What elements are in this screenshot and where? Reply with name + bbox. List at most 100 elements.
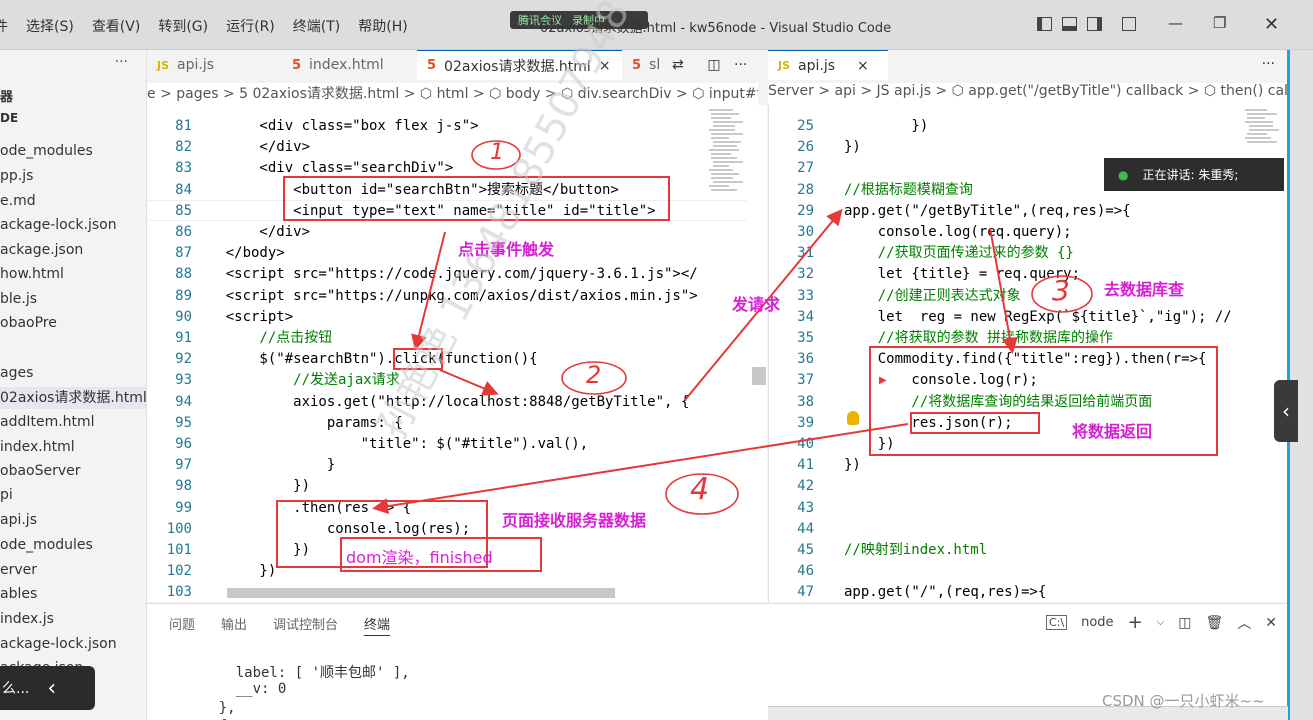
file-tree-item[interactable]: how.html bbox=[0, 263, 64, 285]
line-number: 43 bbox=[797, 499, 814, 516]
label-return-data: 将数据返回 bbox=[1072, 422, 1153, 441]
file-tree-item[interactable]: pp.js bbox=[0, 165, 33, 187]
chevron-down-icon[interactable]: ⌵ bbox=[1157, 617, 1165, 628]
label-receive-data: 页面接收服务器数据 bbox=[502, 511, 647, 530]
restore-icon[interactable]: ❐ bbox=[1213, 14, 1226, 32]
menu-item-terminal[interactable]: 终端(T) bbox=[293, 16, 340, 36]
menu-item-view[interactable]: 查看(V) bbox=[92, 16, 141, 36]
menu-item-file[interactable]: 件 bbox=[0, 16, 8, 36]
code-text: //创建正则表达式对象 bbox=[844, 287, 1021, 304]
left-breadcrumb[interactable]: e > pages > 5 02axios请求数据.html > ⬡ html … bbox=[147, 83, 758, 105]
menu-item-selection[interactable]: 选择(S) bbox=[26, 16, 74, 36]
file-tree-item[interactable]: ables bbox=[0, 583, 37, 605]
line-number: 37 bbox=[797, 372, 814, 389]
close-panel-icon[interactable]: ✕ bbox=[1265, 615, 1277, 631]
explorer-more-icon[interactable]: ··· bbox=[115, 54, 128, 70]
editor-more-icon[interactable]: ··· bbox=[1262, 56, 1275, 72]
floating-popup[interactable]: 么... ‹ bbox=[0, 666, 95, 710]
trash-icon[interactable]: 🗑 bbox=[1205, 615, 1223, 631]
line-number: 97 bbox=[175, 457, 192, 474]
file-tree-item[interactable]: obaoServer bbox=[0, 460, 81, 482]
code-text: } bbox=[192, 457, 336, 474]
number-3: 3 bbox=[1052, 274, 1070, 307]
terminal-text: __v: 0 bbox=[235, 681, 287, 697]
panel-tab-debug-console[interactable]: 调试控制台 bbox=[273, 614, 338, 636]
split-terminal-icon[interactable]: ◫ bbox=[1178, 615, 1191, 631]
line-number: 30 bbox=[797, 224, 814, 240]
html-file-icon: 5 bbox=[292, 57, 302, 73]
speaking-text: 正在讲话: 朱重秀; bbox=[1142, 168, 1239, 182]
panel-tab-output[interactable]: 输出 bbox=[221, 614, 247, 636]
file-tree-item[interactable]: index.html bbox=[0, 436, 75, 458]
line-number: 88 bbox=[175, 266, 192, 283]
file-tree-item[interactable]: 02axios请求数据.html bbox=[0, 387, 146, 409]
explorer-section-title[interactable]: DE bbox=[0, 111, 18, 125]
menu-bar: 件 选择(S) 查看(V) 转到(G) 运行(R) 终端(T) 帮助(H) bbox=[0, 16, 408, 36]
customize-layout-icon[interactable] bbox=[1122, 17, 1136, 31]
code-text: }) bbox=[844, 118, 929, 134]
new-terminal-icon[interactable]: + bbox=[1128, 612, 1143, 633]
lightbulb-icon[interactable] bbox=[847, 411, 859, 425]
line-number: 89 bbox=[175, 287, 192, 304]
annotation-box-res-json bbox=[910, 412, 1040, 434]
file-tree-item[interactable]: ackage.json bbox=[0, 239, 83, 261]
line-number: 93 bbox=[175, 372, 192, 389]
menu-item-run[interactable]: 运行(R) bbox=[226, 16, 275, 36]
line-number: 103 bbox=[166, 584, 192, 601]
file-tree-item[interactable]: addItem.html bbox=[0, 411, 95, 433]
left-vertical-scrollbar[interactable] bbox=[752, 367, 766, 385]
toggle-panel-icon[interactable] bbox=[1062, 17, 1077, 31]
terminal-name[interactable]: node bbox=[1081, 615, 1113, 630]
left-minimap[interactable] bbox=[707, 105, 747, 602]
file-tree-item[interactable]: ode_modules bbox=[0, 534, 93, 556]
file-tree-item[interactable]: ble.js bbox=[0, 288, 37, 310]
tab-api-js[interactable]: JS api.js bbox=[147, 50, 282, 80]
line-number: 40 bbox=[797, 436, 814, 452]
file-tree-item[interactable]: erver bbox=[0, 559, 37, 581]
line-number: 29 bbox=[797, 202, 814, 219]
line-number: 98 bbox=[175, 478, 192, 495]
tab-api-js-right[interactable]: JS api.js × bbox=[768, 50, 888, 80]
menu-item-go[interactable]: 转到(G) bbox=[158, 16, 208, 36]
panel-tab-terminal[interactable]: 终端 bbox=[364, 614, 391, 636]
file-tree-item[interactable]: index.js bbox=[0, 608, 54, 630]
file-tree-item[interactable]: ackage-lock.json bbox=[0, 214, 117, 236]
tab-sl[interactable]: 5 sl bbox=[622, 50, 672, 80]
speaking-toast: ● 正在讲话: 朱重秀; bbox=[1104, 158, 1284, 191]
number-4: 4 bbox=[690, 472, 710, 507]
editor-more-icon[interactable]: ··· bbox=[734, 50, 764, 80]
collapse-arrow-icon[interactable]: ‹ bbox=[47, 676, 56, 701]
file-tree-item[interactable]: ages bbox=[0, 362, 33, 384]
panel-tab-problems[interactable]: 问题 bbox=[169, 614, 195, 636]
code-text: }) bbox=[844, 457, 861, 474]
file-tree-item[interactable]: api.js bbox=[0, 509, 37, 531]
menu-item-help[interactable]: 帮助(H) bbox=[358, 16, 407, 36]
maximize-panel-icon[interactable]: ︿ bbox=[1237, 613, 1251, 633]
toggle-secondary-sidebar-icon[interactable] bbox=[1087, 17, 1102, 31]
compare-changes-icon[interactable]: ⇄ bbox=[672, 50, 694, 80]
split-editor-icon[interactable]: ◫ bbox=[694, 50, 734, 80]
html-file-icon: 5 bbox=[427, 58, 437, 73]
line-number: 101 bbox=[166, 542, 192, 558]
code-text: axios.get("http://localhost:8848/getByTi… bbox=[192, 393, 690, 410]
side-collapse-handle[interactable]: ‹ bbox=[1274, 380, 1298, 442]
minimize-icon[interactable]: — bbox=[1168, 14, 1183, 32]
line-number: 85 bbox=[175, 202, 192, 219]
code-text: //映射到index.html bbox=[844, 542, 988, 558]
tab-label: sl bbox=[649, 57, 661, 73]
file-tree-item[interactable]: pi bbox=[0, 484, 13, 506]
file-tree-item[interactable]: e.md bbox=[0, 190, 36, 212]
file-tree-item[interactable]: ackage-lock.json bbox=[0, 633, 117, 655]
explorer-title: 器 bbox=[0, 90, 14, 105]
file-tree-item[interactable]: ode_modules bbox=[0, 140, 93, 162]
toggle-sidebar-icon[interactable] bbox=[1037, 17, 1052, 31]
file-tree-item[interactable]: obaoPre bbox=[0, 312, 57, 334]
left-horizontal-scrollbar[interactable] bbox=[227, 588, 615, 598]
js-file-icon: JS bbox=[157, 58, 170, 72]
close-tab-icon[interactable]: × bbox=[857, 58, 869, 74]
line-number: 102 bbox=[166, 563, 192, 580]
close-window-icon[interactable]: ✕ bbox=[1264, 14, 1279, 35]
line-number: 31 bbox=[797, 245, 814, 262]
tab-index-html[interactable]: 5 index.html bbox=[282, 50, 417, 80]
right-breadcrumb[interactable]: Server > api > JS api.js > ⬡ app.get("/g… bbox=[768, 83, 1287, 105]
